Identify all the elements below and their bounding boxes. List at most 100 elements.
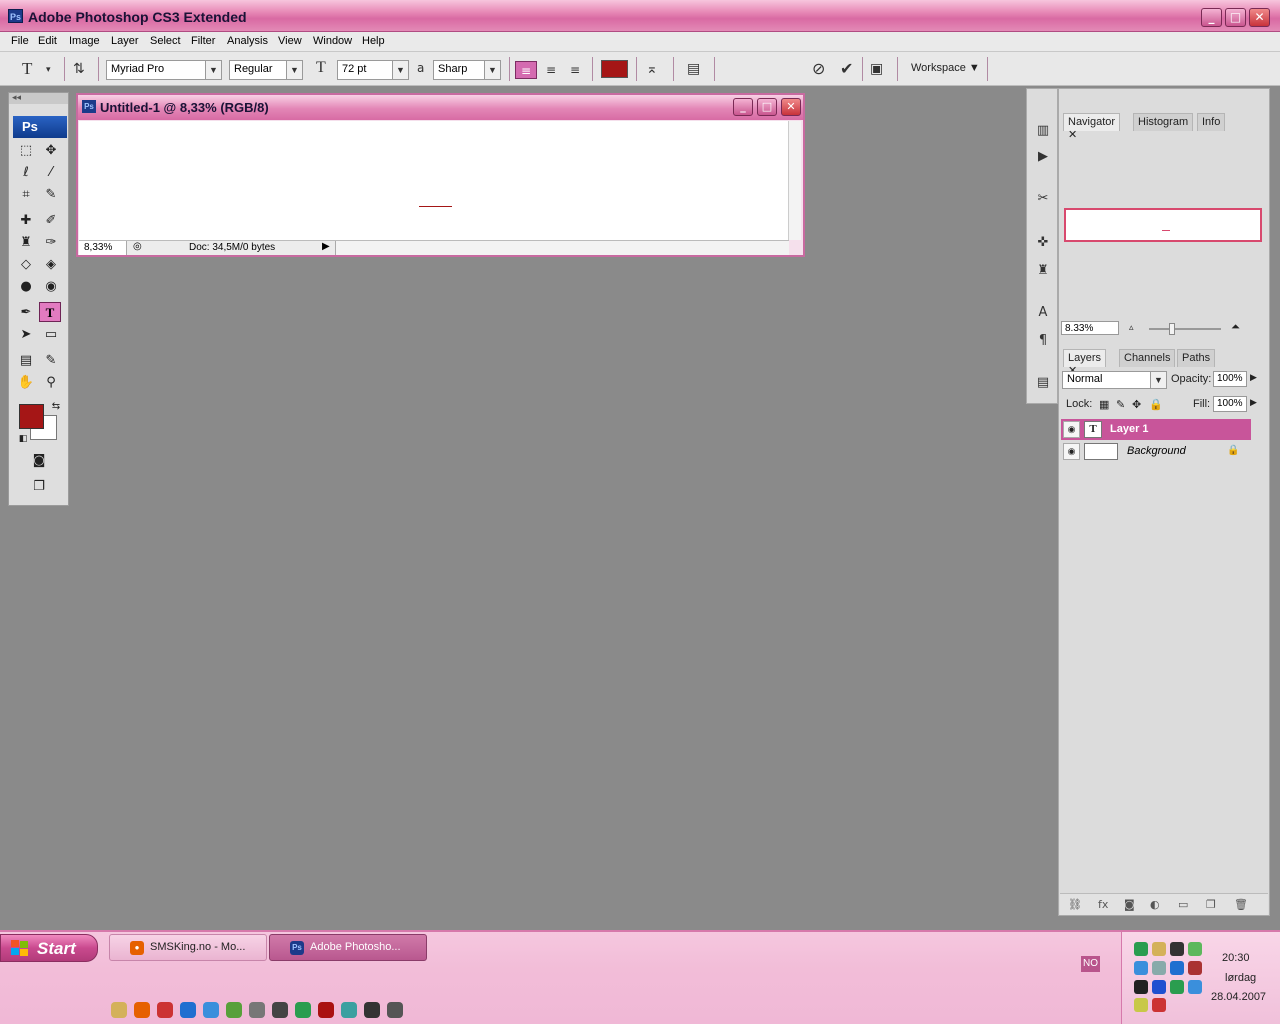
crop-tool-icon[interactable]: ⌗	[15, 185, 37, 205]
move-tool-icon[interactable]: ✥	[40, 141, 62, 161]
lock-pixels-icon[interactable]: ✎	[1116, 398, 1125, 411]
menu-view[interactable]: View	[278, 35, 302, 47]
type-tool-icon[interactable]: T	[39, 302, 61, 322]
tab-navigator[interactable]: Navigator ✕	[1063, 113, 1121, 141]
clone-stamp-icon[interactable]: ♜	[15, 233, 37, 253]
character-panel-icon[interactable]: A	[1032, 303, 1054, 323]
start-button[interactable]: Start	[0, 934, 98, 962]
menu-select[interactable]: Select	[150, 35, 181, 47]
tab-channels[interactable]: Channels	[1119, 349, 1176, 367]
horizontal-scrollbar[interactable]	[335, 241, 789, 255]
layer-name[interactable]: Layer 1	[1110, 423, 1149, 435]
hand-tool-icon[interactable]: ✋	[15, 373, 37, 393]
adjustment-layer-icon[interactable]: ◐	[1150, 898, 1160, 911]
new-layer-icon[interactable]: ❐	[1206, 898, 1216, 911]
fill-input[interactable]: 100%	[1213, 396, 1247, 412]
quicklaunch-firefox-icon[interactable]	[134, 1002, 150, 1018]
pen-tool-icon[interactable]: ✒	[15, 303, 37, 323]
quicklaunch-steam-icon[interactable]	[387, 1002, 403, 1018]
chevron-down-icon[interactable]: ▾	[46, 65, 51, 75]
history-brush-icon[interactable]: ✑	[40, 233, 62, 253]
zoom-field[interactable]: 8,33%	[79, 241, 127, 255]
menu-file[interactable]: File	[11, 35, 29, 47]
navigator-preview[interactable]	[1064, 208, 1262, 242]
swap-colors-icon[interactable]: ⇆	[45, 397, 67, 417]
delete-layer-icon[interactable]: 🗑	[1234, 898, 1248, 911]
path-selection-icon[interactable]: ➤	[15, 325, 37, 345]
tray-app-icon[interactable]	[1152, 961, 1166, 975]
doc-minimize-button[interactable]: _	[733, 98, 753, 116]
tray-messenger-icon[interactable]	[1188, 942, 1202, 956]
menu-image[interactable]: Image	[69, 35, 100, 47]
close-button[interactable]: ✕	[1249, 8, 1270, 27]
text-layer-preview[interactable]	[419, 201, 452, 207]
quicklaunch-ie-icon[interactable]	[180, 1002, 196, 1018]
layer-name[interactable]: Background	[1127, 445, 1186, 457]
tray-network-icon[interactable]	[1134, 961, 1148, 975]
visibility-eye-icon[interactable]: ◉	[1063, 421, 1080, 438]
zoom-tool-icon[interactable]: ⚲	[40, 373, 62, 393]
bluetooth-icon[interactable]	[1152, 980, 1166, 994]
text-orientation-icon[interactable]: ⇅	[73, 61, 85, 77]
layer-style-icon[interactable]: fx	[1098, 898, 1108, 911]
paragraph-panel-icon[interactable]: ¶	[1032, 331, 1054, 351]
lock-position-icon[interactable]: ✥	[1132, 398, 1141, 411]
menu-window[interactable]: Window	[313, 35, 352, 47]
quicklaunch-app-icon[interactable]	[203, 1002, 219, 1018]
menu-help[interactable]: Help	[362, 35, 385, 47]
actions-panel-icon[interactable]: ▶	[1032, 147, 1054, 167]
dodge-tool-icon[interactable]: ◉	[40, 277, 62, 297]
notes-tool-icon[interactable]: ▤	[15, 351, 37, 371]
zoom-in-icon[interactable]: ⏶	[1231, 321, 1240, 334]
rectangle-tool-icon[interactable]: ▭	[40, 325, 62, 345]
menu-layer[interactable]: Layer	[111, 35, 139, 47]
quicklaunch-app-icon[interactable]	[364, 1002, 380, 1018]
add-mask-icon[interactable]: ◙	[1124, 898, 1135, 911]
screen-mode-icon[interactable]: ❐	[28, 477, 50, 497]
blend-mode-select[interactable]: Normal ▼	[1062, 371, 1167, 389]
navigator-zoom-slider[interactable]	[1149, 323, 1221, 335]
quicklaunch-app-icon[interactable]	[226, 1002, 242, 1018]
opacity-arrow-icon[interactable]: ▶	[1250, 372, 1257, 383]
history-panel-icon[interactable]: ▥	[1032, 121, 1054, 141]
maximize-button[interactable]: □	[1225, 8, 1246, 27]
tray-app-icon[interactable]	[1134, 942, 1148, 956]
cancel-edit-icon[interactable]: ⊘	[812, 59, 825, 78]
photoshop-logo[interactable]: Ps	[13, 116, 67, 138]
tray-app-icon[interactable]	[1134, 998, 1148, 1012]
vertical-scrollbar[interactable]	[788, 121, 801, 240]
align-right-button[interactable]: ≡	[564, 61, 586, 79]
quicklaunch-app-icon[interactable]	[341, 1002, 357, 1018]
align-left-button[interactable]: ≡	[515, 61, 537, 79]
quicklaunch-app-icon[interactable]	[295, 1002, 311, 1018]
menu-analysis[interactable]: Analysis	[227, 35, 268, 47]
quicklaunch-app-icon[interactable]	[157, 1002, 173, 1018]
tab-info[interactable]: Info	[1197, 113, 1226, 131]
canvas[interactable]	[79, 121, 789, 240]
status-menu-icon[interactable]: ◎	[133, 241, 142, 252]
font-style-select[interactable]: Regular ▼	[229, 60, 303, 80]
lock-transparency-icon[interactable]: ▦	[1099, 398, 1109, 411]
marquee-tool-icon[interactable]: ⬚	[15, 141, 37, 161]
magic-wand-icon[interactable]: ⁄	[40, 163, 62, 183]
clone-source-icon[interactable]: ♜	[1032, 261, 1054, 281]
brush-tool-icon[interactable]: ✐	[40, 211, 62, 231]
clock-time[interactable]: 20:30	[1222, 952, 1250, 964]
new-group-icon[interactable]: ▭	[1178, 898, 1188, 911]
tray-app-icon[interactable]	[1170, 961, 1184, 975]
tray-app-icon[interactable]	[1152, 942, 1166, 956]
font-family-select[interactable]: Myriad Pro ▼	[106, 60, 222, 80]
healing-brush-icon[interactable]: ✚	[15, 211, 37, 231]
taskbar-button-photoshop[interactable]: Ps Adobe Photosho...	[269, 934, 427, 961]
fill-arrow-icon[interactable]: ▶	[1250, 397, 1257, 408]
paint-bucket-icon[interactable]: ◈	[40, 255, 62, 275]
lasso-tool-icon[interactable]: ℓ	[15, 163, 37, 183]
opacity-input[interactable]: 100%	[1213, 371, 1247, 387]
quicklaunch-app-icon[interactable]	[249, 1002, 265, 1018]
bridge-icon[interactable]: ▣	[870, 61, 883, 77]
commit-edit-icon[interactable]: ✔	[840, 59, 853, 78]
tray-app-icon[interactable]	[1188, 980, 1202, 994]
align-center-button[interactable]: ≡	[540, 61, 562, 79]
tab-layers[interactable]: Layers ✕	[1063, 349, 1107, 377]
tool-preset-picker[interactable]: T	[22, 59, 32, 79]
